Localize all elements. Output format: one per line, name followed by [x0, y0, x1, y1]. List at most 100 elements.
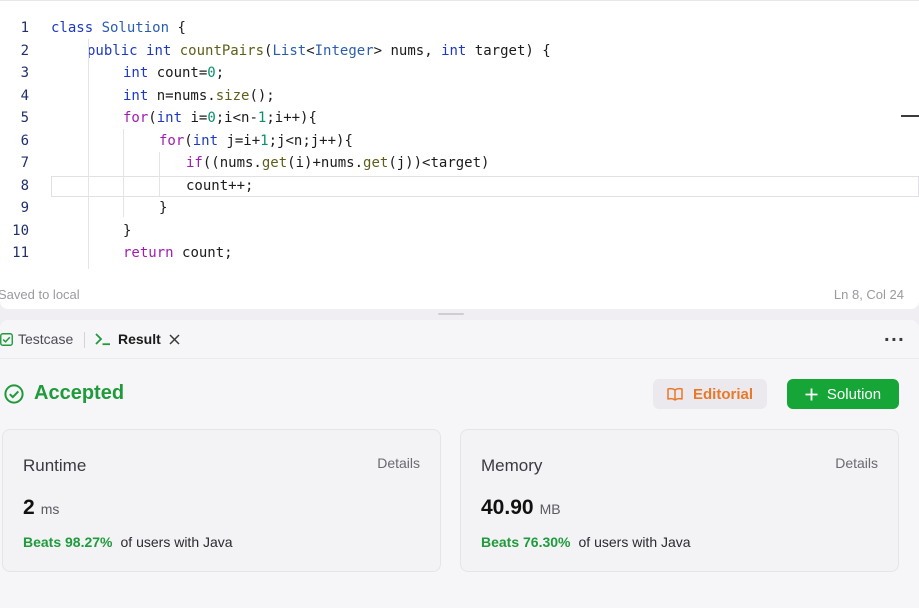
- code-token: n=nums.: [156, 87, 216, 104]
- code-text: }: [123, 220, 131, 243]
- line-number: 8: [20, 177, 29, 194]
- line-number: 7: [20, 155, 29, 171]
- line-number: 11: [12, 245, 29, 261]
- close-icon[interactable]: [169, 333, 180, 345]
- code-token: class: [51, 20, 102, 36]
- code-token: (j))<target): [388, 155, 490, 171]
- tab-result[interactable]: Result: [95, 328, 180, 350]
- code-token: <: [306, 42, 315, 59]
- code-token: {: [169, 20, 186, 36]
- memory-details-link[interactable]: Details: [835, 455, 878, 471]
- code-editor[interactable]: 1 class Solution {2 public int countPairs(…: [0, 0, 919, 309]
- code-line[interactable]: 8 count++;: [0, 175, 919, 198]
- line-number: 6: [20, 132, 29, 149]
- code-token: (i)+nums.: [287, 155, 364, 171]
- code-token: ;: [215, 65, 225, 81]
- tab-testcase-label: Testcase: [18, 331, 74, 347]
- line-number: 3: [20, 65, 29, 81]
- code-line[interactable]: 7 if((nums.get(i)+nums.get(j))<target): [0, 152, 919, 175]
- indent-guide: [88, 39, 89, 269]
- code-line[interactable]: 2 public int countPairs(List<Integer> num…: [0, 40, 919, 63]
- code-token: int: [146, 42, 180, 59]
- save-status: Saved to local: [0, 287, 80, 302]
- runtime-beats-suffix: of users with Java: [120, 534, 233, 550]
- code-text: for(int i=0;i<n-1;i++){: [123, 107, 317, 130]
- code-token: j=i+: [226, 132, 261, 149]
- code-token: int: [192, 132, 227, 149]
- runtime-unit: ms: [40, 501, 60, 517]
- code-token: public: [87, 42, 147, 59]
- scrollbar-marker[interactable]: [901, 115, 919, 117]
- code-text: for(int j=i+1;j<n;j++){: [159, 130, 353, 153]
- code-token: }: [123, 222, 132, 239]
- code-lines[interactable]: 1 class Solution {2 public int countPairs(…: [0, 17, 919, 265]
- memory-beats-suffix: of users with Java: [578, 534, 691, 550]
- memory-number: 40.90: [481, 496, 534, 519]
- code-token: ;i++){: [266, 110, 317, 126]
- code-token: 1: [260, 132, 269, 149]
- code-token: count;: [182, 245, 233, 261]
- code-token: size: [215, 87, 250, 104]
- line-number: 1: [20, 20, 29, 36]
- runtime-beats: Beats 98.27% of users with Java: [23, 534, 233, 550]
- tab-testcase[interactable]: Testcase: [0, 328, 73, 350]
- code-token: target) {: [474, 42, 551, 59]
- editorial-button[interactable]: Editorial: [653, 379, 767, 409]
- code-text: int count=0;: [123, 62, 224, 85]
- solution-button[interactable]: Solution: [787, 379, 899, 409]
- code-text: class Solution {: [51, 17, 186, 40]
- code-token: int: [123, 87, 157, 104]
- panel-resize-handle[interactable]: [438, 313, 464, 315]
- line-number: 2: [20, 42, 29, 59]
- solution-label: Solution: [826, 385, 882, 403]
- code-line[interactable]: 9}: [0, 197, 919, 220]
- runtime-title: Runtime: [23, 456, 87, 475]
- code-line[interactable]: 3 int count=0;: [0, 62, 919, 85]
- line-number: 5: [20, 110, 29, 126]
- memory-value: 40.90 MB: [481, 496, 561, 520]
- code-token: ;i<n-: [215, 110, 258, 126]
- memory-title: Memory: [481, 456, 543, 475]
- line-number: 9: [20, 200, 29, 216]
- code-token: (: [184, 132, 193, 149]
- code-token: }: [159, 200, 168, 216]
- check-square-icon: [0, 332, 13, 346]
- memory-card[interactable]: Memory Details 40.90 MB Beats 76.30% of …: [460, 429, 899, 572]
- code-token: 0: [207, 110, 216, 126]
- code-line[interactable]: 11 return count;: [0, 242, 919, 265]
- more-horizontal-icon[interactable]: ···: [884, 330, 905, 349]
- code-token: int: [123, 65, 157, 81]
- code-token: List: [272, 42, 307, 59]
- runtime-details-link[interactable]: Details: [377, 455, 420, 471]
- code-line[interactable]: 10}: [0, 220, 919, 243]
- code-token: get: [363, 155, 389, 171]
- code-token: count=: [156, 65, 208, 81]
- terminal-icon: [95, 333, 110, 346]
- code-token: ((nums.: [202, 155, 262, 171]
- code-text: public int countPairs(List<Integer> nums…: [87, 40, 551, 63]
- editorial-label: Editorial: [692, 385, 753, 403]
- code-token: Solution: [101, 20, 170, 36]
- code-token: > nums,: [373, 42, 442, 59]
- code-line[interactable]: 4 int n=nums.size();: [0, 85, 919, 108]
- runtime-card[interactable]: Runtime Details 2 ms Beats 98.27% of use…: [2, 429, 441, 572]
- code-token: 0: [207, 65, 216, 81]
- code-token: if: [186, 155, 203, 171]
- book-icon: [667, 387, 683, 401]
- code-line[interactable]: 6 for(int j=i+1;j<n;j++){: [0, 130, 919, 153]
- plus-icon: [805, 388, 818, 400]
- code-token: for: [123, 110, 149, 126]
- code-token: ;j<n;j++){: [268, 132, 353, 149]
- memory-beats: Beats 76.30% of users with Java: [481, 534, 691, 550]
- code-token: int: [156, 110, 191, 126]
- tab-divider: [84, 332, 85, 348]
- code-token: for: [159, 132, 185, 149]
- check-circle-icon: [4, 383, 24, 404]
- code-text: return count;: [123, 242, 233, 265]
- code-text: if((nums.get(i)+nums.get(j))<target): [186, 152, 489, 175]
- cursor-position[interactable]: Ln 8, Col 24: [834, 287, 904, 302]
- code-token: return: [123, 245, 183, 261]
- code-line[interactable]: 5 for(int i=0;i<n-1;i++){: [0, 107, 919, 130]
- memory-unit: MB: [539, 501, 561, 517]
- code-line[interactable]: 1 class Solution {: [0, 17, 919, 40]
